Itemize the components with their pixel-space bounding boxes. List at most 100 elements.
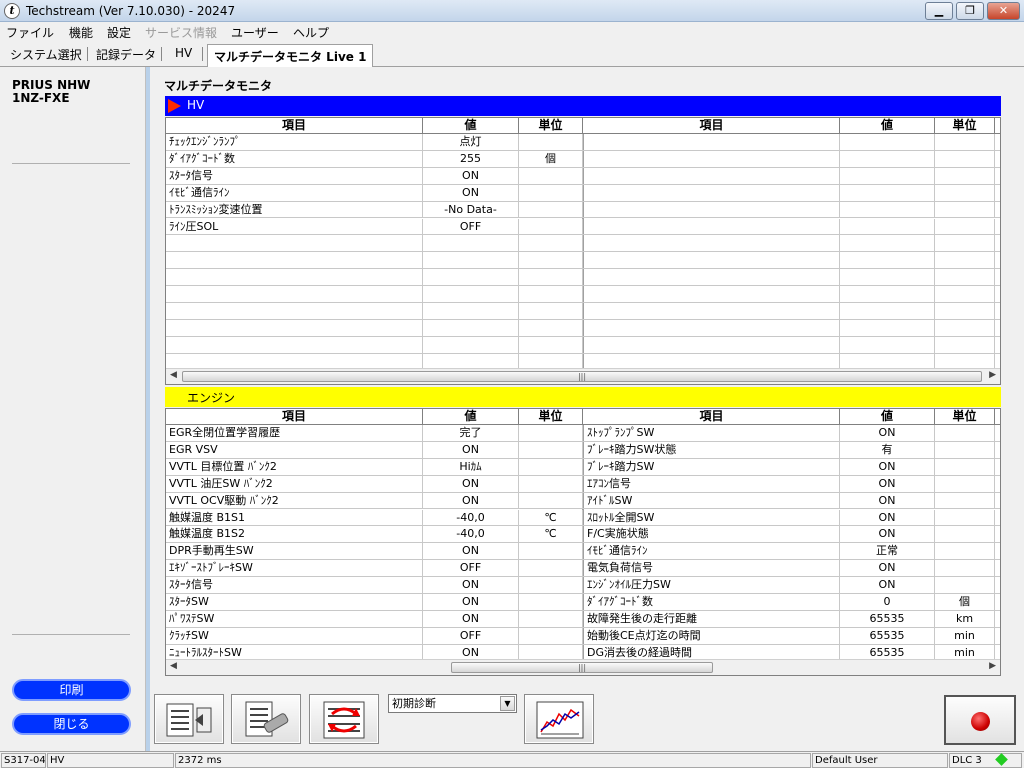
table-row[interactable]: ﾁｪｯｸｴﾝｼﾞﾝﾗﾝﾌﾟ 点灯 xyxy=(166,134,584,151)
row-value xyxy=(423,303,519,319)
table-row[interactable] xyxy=(584,319,1000,337)
header-item[interactable]: 項目 xyxy=(166,118,423,134)
menu-function[interactable]: 機能 xyxy=(69,24,93,41)
graph-button[interactable] xyxy=(524,694,594,744)
header-unit[interactable]: 単位 xyxy=(519,409,583,425)
table-row[interactable]: ﾀﾞｲｱｸﾞｺｰﾄﾞ数 255 個 xyxy=(166,150,584,168)
table-row[interactable] xyxy=(166,319,584,337)
table-row[interactable] xyxy=(584,134,1000,151)
table-row[interactable]: EGR VSV ON xyxy=(166,441,584,459)
table-row[interactable]: ｽﾄｯﾌﾟﾗﾝﾌﾟSW ON xyxy=(584,425,1000,442)
minimize-button[interactable]: ▁ xyxy=(925,2,953,20)
table-row[interactable]: 触媒温度 B1S2 -40,0 ℃ xyxy=(166,526,584,544)
table-row[interactable] xyxy=(166,269,584,287)
horizontal-scrollbar[interactable]: ◀ ||| ▶ xyxy=(166,368,1000,384)
tab-system-select[interactable]: システム選択 xyxy=(10,46,82,66)
table-row[interactable]: VVTL OCV駆動 ﾊﾞﾝｸ2 ON xyxy=(166,492,584,510)
scroll-left-icon[interactable]: ◀ xyxy=(170,370,177,380)
tab-hv[interactable]: HV xyxy=(175,46,192,66)
scroll-right-icon[interactable]: ▶ xyxy=(989,370,996,380)
table-row[interactable] xyxy=(166,235,584,253)
close-window-button[interactable]: ✕ xyxy=(987,2,1020,20)
close-button[interactable]: 閉じる xyxy=(12,713,131,735)
table-row[interactable] xyxy=(166,252,584,270)
row-item-name xyxy=(584,150,840,167)
table-row[interactable]: ﾄﾗﾝｽﾐｯｼｮﾝ変速位置 -No Data- xyxy=(166,201,584,219)
swap-button[interactable] xyxy=(309,694,379,744)
menu-file[interactable]: ファイル xyxy=(6,24,54,41)
table-row[interactable]: VVTL 油圧SW ﾊﾞﾝｸ2 ON xyxy=(166,475,584,493)
data-list-button[interactable] xyxy=(231,694,301,744)
table-row[interactable]: ｽﾀｰﾀSW ON xyxy=(166,594,584,611)
table-row[interactable]: 電気負荷信号 ON xyxy=(584,560,1000,578)
table-row[interactable] xyxy=(584,269,1000,287)
table-row[interactable]: ｴｷｿﾞｰｽﾄﾌﾞﾚｰｷSW OFF xyxy=(166,560,584,578)
row-unit xyxy=(935,509,995,526)
restore-button[interactable]: ❐ xyxy=(956,2,984,20)
horizontal-scrollbar[interactable]: ◀ ||| ▶ xyxy=(166,659,1000,675)
table-row[interactable]: ﾌﾞﾚｰｷ踏力SW状態有 xyxy=(584,441,1000,459)
table-row[interactable]: ｴﾝｼﾞﾝｵｲﾙ圧力SW ON xyxy=(584,577,1000,594)
header-item[interactable]: 項目 xyxy=(584,409,840,425)
table-row[interactable]: EGR全閉位置学習履歴 完了 xyxy=(166,425,584,442)
header-unit[interactable]: 単位 xyxy=(935,409,995,425)
table-row[interactable] xyxy=(584,286,1000,303)
table-row[interactable]: ﾀﾞｲｱｸﾞｺｰﾄﾞ数 0 個 xyxy=(584,594,1000,611)
table-row[interactable] xyxy=(584,252,1000,270)
table-row[interactable]: ｸﾗｯﾁSW OFF xyxy=(166,627,584,645)
header-unit[interactable]: 単位 xyxy=(519,118,583,134)
table-row[interactable] xyxy=(584,201,1000,219)
table-row[interactable]: 触媒温度 B1S1 -40,0 ℃ xyxy=(166,509,584,527)
table-row[interactable] xyxy=(584,167,1000,185)
row-item-name: 触媒温度 B1S2 xyxy=(166,526,423,543)
table-row[interactable] xyxy=(166,336,584,354)
table-row[interactable]: ｲﾓﾋﾞ通信ﾗｲﾝ ON xyxy=(166,184,584,202)
table-row[interactable]: VVTL 目標位置 ﾊﾞﾝｸ2 Hiｶﾑ xyxy=(166,458,584,476)
menu-help[interactable]: ヘルプ xyxy=(293,24,329,41)
tab-recorded-data[interactable]: 記録データ xyxy=(96,46,156,66)
table-row[interactable] xyxy=(584,184,1000,202)
scroll-thumb[interactable]: ||| xyxy=(182,371,982,382)
list-edit-button[interactable] xyxy=(154,694,224,744)
header-value[interactable]: 値 xyxy=(423,118,519,134)
table-row[interactable]: 故障発生後の走行距離 65535 km xyxy=(584,610,1000,628)
table-row[interactable]: ｽﾛｯﾄﾙ全開SW ON xyxy=(584,509,1000,527)
scroll-thumb[interactable]: ||| xyxy=(451,662,713,673)
hv-section-header[interactable]: HV xyxy=(165,96,1001,116)
table-row[interactable]: ｱｲﾄﾞﾙSW ON xyxy=(584,492,1000,510)
tab-multi-data-monitor[interactable]: マルチデータモニタ Live 1 xyxy=(207,44,374,67)
record-button[interactable] xyxy=(944,695,1016,745)
header-value[interactable]: 値 xyxy=(840,409,935,425)
table-row[interactable]: 始動後CE点灯迄の時間 65535 min xyxy=(584,627,1000,645)
scroll-left-icon[interactable]: ◀ xyxy=(170,661,177,671)
scroll-right-icon[interactable]: ▶ xyxy=(989,661,996,671)
table-row[interactable]: DPR手動再生SW ON xyxy=(166,543,584,561)
header-value[interactable]: 値 xyxy=(840,118,935,134)
table-row[interactable] xyxy=(584,303,1000,320)
table-row[interactable]: ｲﾓﾋﾞ通信ﾗｲﾝ 正常 xyxy=(584,543,1000,561)
menu-user[interactable]: ユーザー xyxy=(231,24,279,41)
diagnosis-mode-select[interactable]: 初期診断 ▼ xyxy=(388,694,517,713)
header-value[interactable]: 値 xyxy=(423,409,519,425)
table-row[interactable]: ﾊﾟﾜｽﾃSW ON xyxy=(166,610,584,628)
table-row[interactable] xyxy=(166,286,584,303)
table-row[interactable]: ﾗｲﾝ圧SOL OFF xyxy=(166,218,584,236)
menu-settings[interactable]: 設定 xyxy=(107,24,131,41)
engine-section-title: エンジン xyxy=(187,391,236,405)
table-row[interactable] xyxy=(584,218,1000,236)
table-row[interactable]: F/C実施状態 ON xyxy=(584,526,1000,544)
table-row[interactable]: ｽﾀｰﾀ信号 ON xyxy=(166,577,584,594)
table-row[interactable]: ﾌﾞﾚｰｷ踏力SW ON xyxy=(584,458,1000,476)
engine-section-header[interactable]: エンジン xyxy=(165,387,1001,407)
chevron-down-icon[interactable]: ▼ xyxy=(500,696,515,711)
table-row[interactable] xyxy=(584,336,1000,354)
header-unit[interactable]: 単位 xyxy=(935,118,995,134)
header-item[interactable]: 項目 xyxy=(166,409,423,425)
table-row[interactable] xyxy=(166,303,584,320)
table-row[interactable] xyxy=(584,150,1000,168)
print-button[interactable]: 印刷 xyxy=(12,679,131,701)
header-item[interactable]: 項目 xyxy=(584,118,840,134)
table-row[interactable]: ｴｱｺﾝ信号 ON xyxy=(584,475,1000,493)
table-row[interactable] xyxy=(584,235,1000,253)
table-row[interactable]: ｽﾀｰﾀ信号 ON xyxy=(166,167,584,185)
